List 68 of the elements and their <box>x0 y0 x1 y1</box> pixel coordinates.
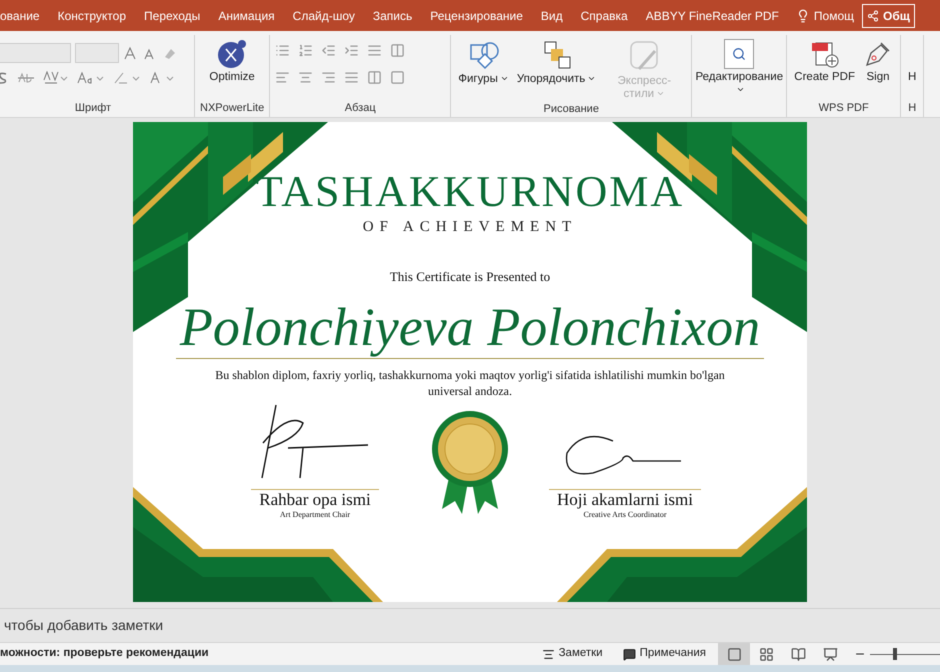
font-size-field[interactable] <box>75 43 119 63</box>
bullet-list-icon[interactable] <box>275 43 290 58</box>
slideshow-icon <box>822 646 838 662</box>
ribbon-tab[interactable]: ование <box>0 0 49 31</box>
accessibility-status[interactable]: можности: проверьте рекомендации <box>0 645 534 663</box>
strikethrough-icon[interactable] <box>17 72 35 84</box>
character-spacing-icon[interactable] <box>43 71 69 85</box>
zoom-slider[interactable] <box>870 648 940 660</box>
ribbon-button[interactable]: Sign <box>861 39 896 84</box>
signer-name: Rahbar opa ismi <box>251 489 379 510</box>
highlight-icon[interactable] <box>113 71 141 85</box>
group-label: Абзац <box>344 100 376 116</box>
status-button[interactable]: Примечания <box>614 645 714 663</box>
font-name-field[interactable] <box>0 43 71 63</box>
text-direction-icon[interactable] <box>390 43 406 58</box>
ribbon-tab[interactable]: Анимация <box>209 0 284 31</box>
description-text: Bu shablon diplom, faxriy yorliq, tashakkurnoma yoki maqtov yorlig'i sifatida ishlatilishi mumkin bo'lgan universal andoza. <box>214 367 726 399</box>
normal-view-icon <box>726 646 742 662</box>
group-label: Шрифт <box>74 100 112 116</box>
numbered-list-icon[interactable] <box>298 43 314 58</box>
comment-icon <box>622 648 636 660</box>
signer-role: Art Department Chair <box>280 510 350 519</box>
search-icon <box>724 39 754 69</box>
ribbon-button[interactable]: Фигуры <box>456 39 511 86</box>
ribbon-button[interactable]: Редактирование <box>697 39 782 97</box>
status-button[interactable]: Заметки <box>534 645 611 663</box>
ribbon-tab[interactable]: Слайд-шоу <box>284 0 364 31</box>
recipient-name: Polonchiyeva Polonchixon <box>176 296 764 359</box>
ribbon-tab[interactable]: Рецензирование <box>421 0 532 31</box>
help-search-button[interactable]: Помощ <box>814 6 854 24</box>
grid-view-icon <box>758 646 774 662</box>
certificate-subtitle: OF ACHIEVEMENT <box>362 218 578 237</box>
share-icon <box>867 10 879 22</box>
change-case-icon[interactable] <box>77 71 105 85</box>
outdent-icon[interactable] <box>321 43 336 58</box>
ribbon-tab[interactable]: Запись <box>364 0 422 31</box>
ribbon-tab[interactable]: Справка <box>572 0 637 31</box>
indent-icon[interactable] <box>344 43 360 58</box>
ribbon-tab[interactable]: Конструктор <box>48 0 136 31</box>
columns-icon[interactable] <box>367 70 382 85</box>
ribbon-tab[interactable]: Вид <box>532 0 572 31</box>
ribbon-button[interactable]: Create PDF <box>792 39 858 84</box>
notes-icon <box>542 648 555 660</box>
line-spacing-icon[interactable] <box>367 43 382 58</box>
signer-name: Hoji akamlarni ismi <box>549 489 701 510</box>
shadow-text-icon[interactable] <box>0 71 9 85</box>
align-center-icon[interactable] <box>298 70 314 85</box>
group-label: NXPowerLite <box>200 100 264 116</box>
certificate-title: TASHAKKURNOMA <box>256 168 684 216</box>
signer-role: Creative Arts Coordinator <box>583 510 667 519</box>
group-label: WPS PDF <box>818 100 869 116</box>
reading-view-icon <box>790 646 806 662</box>
presented-to-text: This Certificate is Presented to <box>390 268 550 286</box>
ribbon-tab[interactable]: Переходы <box>135 0 210 31</box>
align-left-icon[interactable] <box>275 70 290 85</box>
share-button[interactable]: Общ <box>862 4 915 28</box>
justify-icon[interactable] <box>344 70 360 85</box>
zoom-thumb[interactable] <box>893 648 898 660</box>
group-label: Рисование <box>544 102 599 117</box>
ribbon-tab[interactable]: ABBYY FineReader PDF <box>636 0 788 31</box>
align-text-icon[interactable] <box>390 70 406 85</box>
view-button[interactable] <box>718 642 750 666</box>
ribbon-button[interactable]: Optimize <box>207 39 257 84</box>
group-label: Н <box>908 100 916 116</box>
x-ball-icon <box>217 39 248 69</box>
ribbon-button[interactable]: Упорядочить <box>514 39 598 86</box>
align-right-icon[interactable] <box>321 70 336 85</box>
ribbon-button[interactable]: Н <box>906 39 918 84</box>
